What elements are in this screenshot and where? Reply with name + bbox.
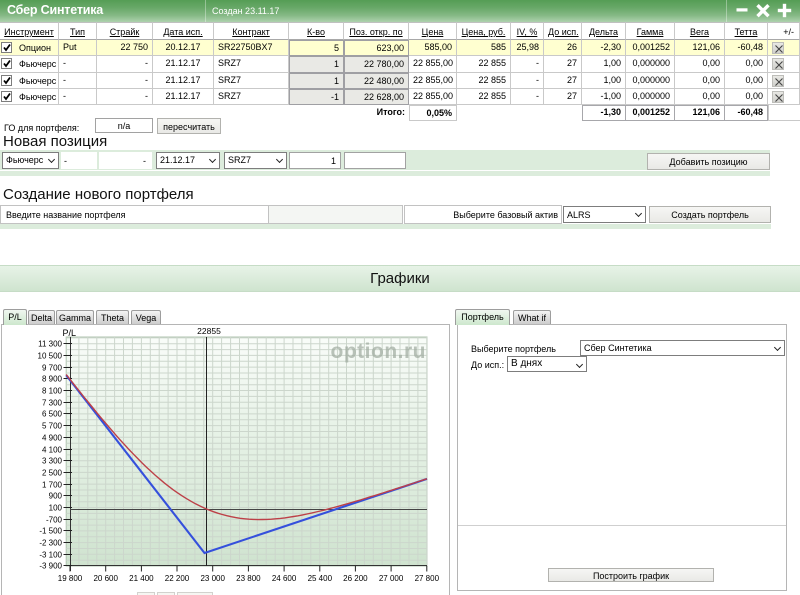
svg-text:P/L: P/L	[62, 328, 76, 338]
svg-text:23 000: 23 000	[200, 574, 225, 583]
svg-text:22855: 22855	[197, 326, 221, 336]
svg-text:option.ru: option.ru	[331, 340, 426, 363]
svg-text:8 900: 8 900	[42, 374, 63, 383]
svg-text:21 400: 21 400	[129, 574, 154, 583]
svg-text:-1 500: -1 500	[39, 526, 62, 535]
svg-text:27 800: 27 800	[415, 574, 440, 583]
svg-text:4 100: 4 100	[42, 445, 63, 454]
svg-text:-700: -700	[46, 515, 63, 524]
svg-text:5 700: 5 700	[42, 421, 63, 430]
svg-text:4 900: 4 900	[42, 433, 63, 442]
svg-text:900: 900	[49, 491, 63, 500]
svg-text:10 500: 10 500	[38, 351, 63, 360]
svg-text:8 100: 8 100	[42, 386, 63, 395]
svg-text:22 200: 22 200	[165, 574, 190, 583]
svg-text:11 300: 11 300	[38, 339, 62, 348]
svg-text:-3 100: -3 100	[39, 550, 62, 559]
svg-text:-2 300: -2 300	[39, 538, 62, 547]
svg-text:23 800: 23 800	[236, 574, 261, 583]
svg-text:27 000: 27 000	[379, 574, 404, 583]
svg-text:25 400: 25 400	[308, 574, 333, 583]
svg-text:26 200: 26 200	[343, 574, 368, 583]
svg-text:9 700: 9 700	[42, 363, 63, 372]
svg-text:19 800: 19 800	[58, 574, 83, 583]
svg-text:7 300: 7 300	[42, 398, 63, 407]
svg-text:100: 100	[49, 503, 63, 512]
svg-text:20 600: 20 600	[93, 574, 118, 583]
svg-text:6 500: 6 500	[42, 409, 63, 418]
svg-text:1 700: 1 700	[42, 480, 63, 489]
svg-text:3 300: 3 300	[42, 456, 63, 465]
svg-text:-3 900: -3 900	[39, 561, 62, 570]
svg-text:24 600: 24 600	[272, 574, 297, 583]
svg-text:2 500: 2 500	[42, 468, 63, 477]
